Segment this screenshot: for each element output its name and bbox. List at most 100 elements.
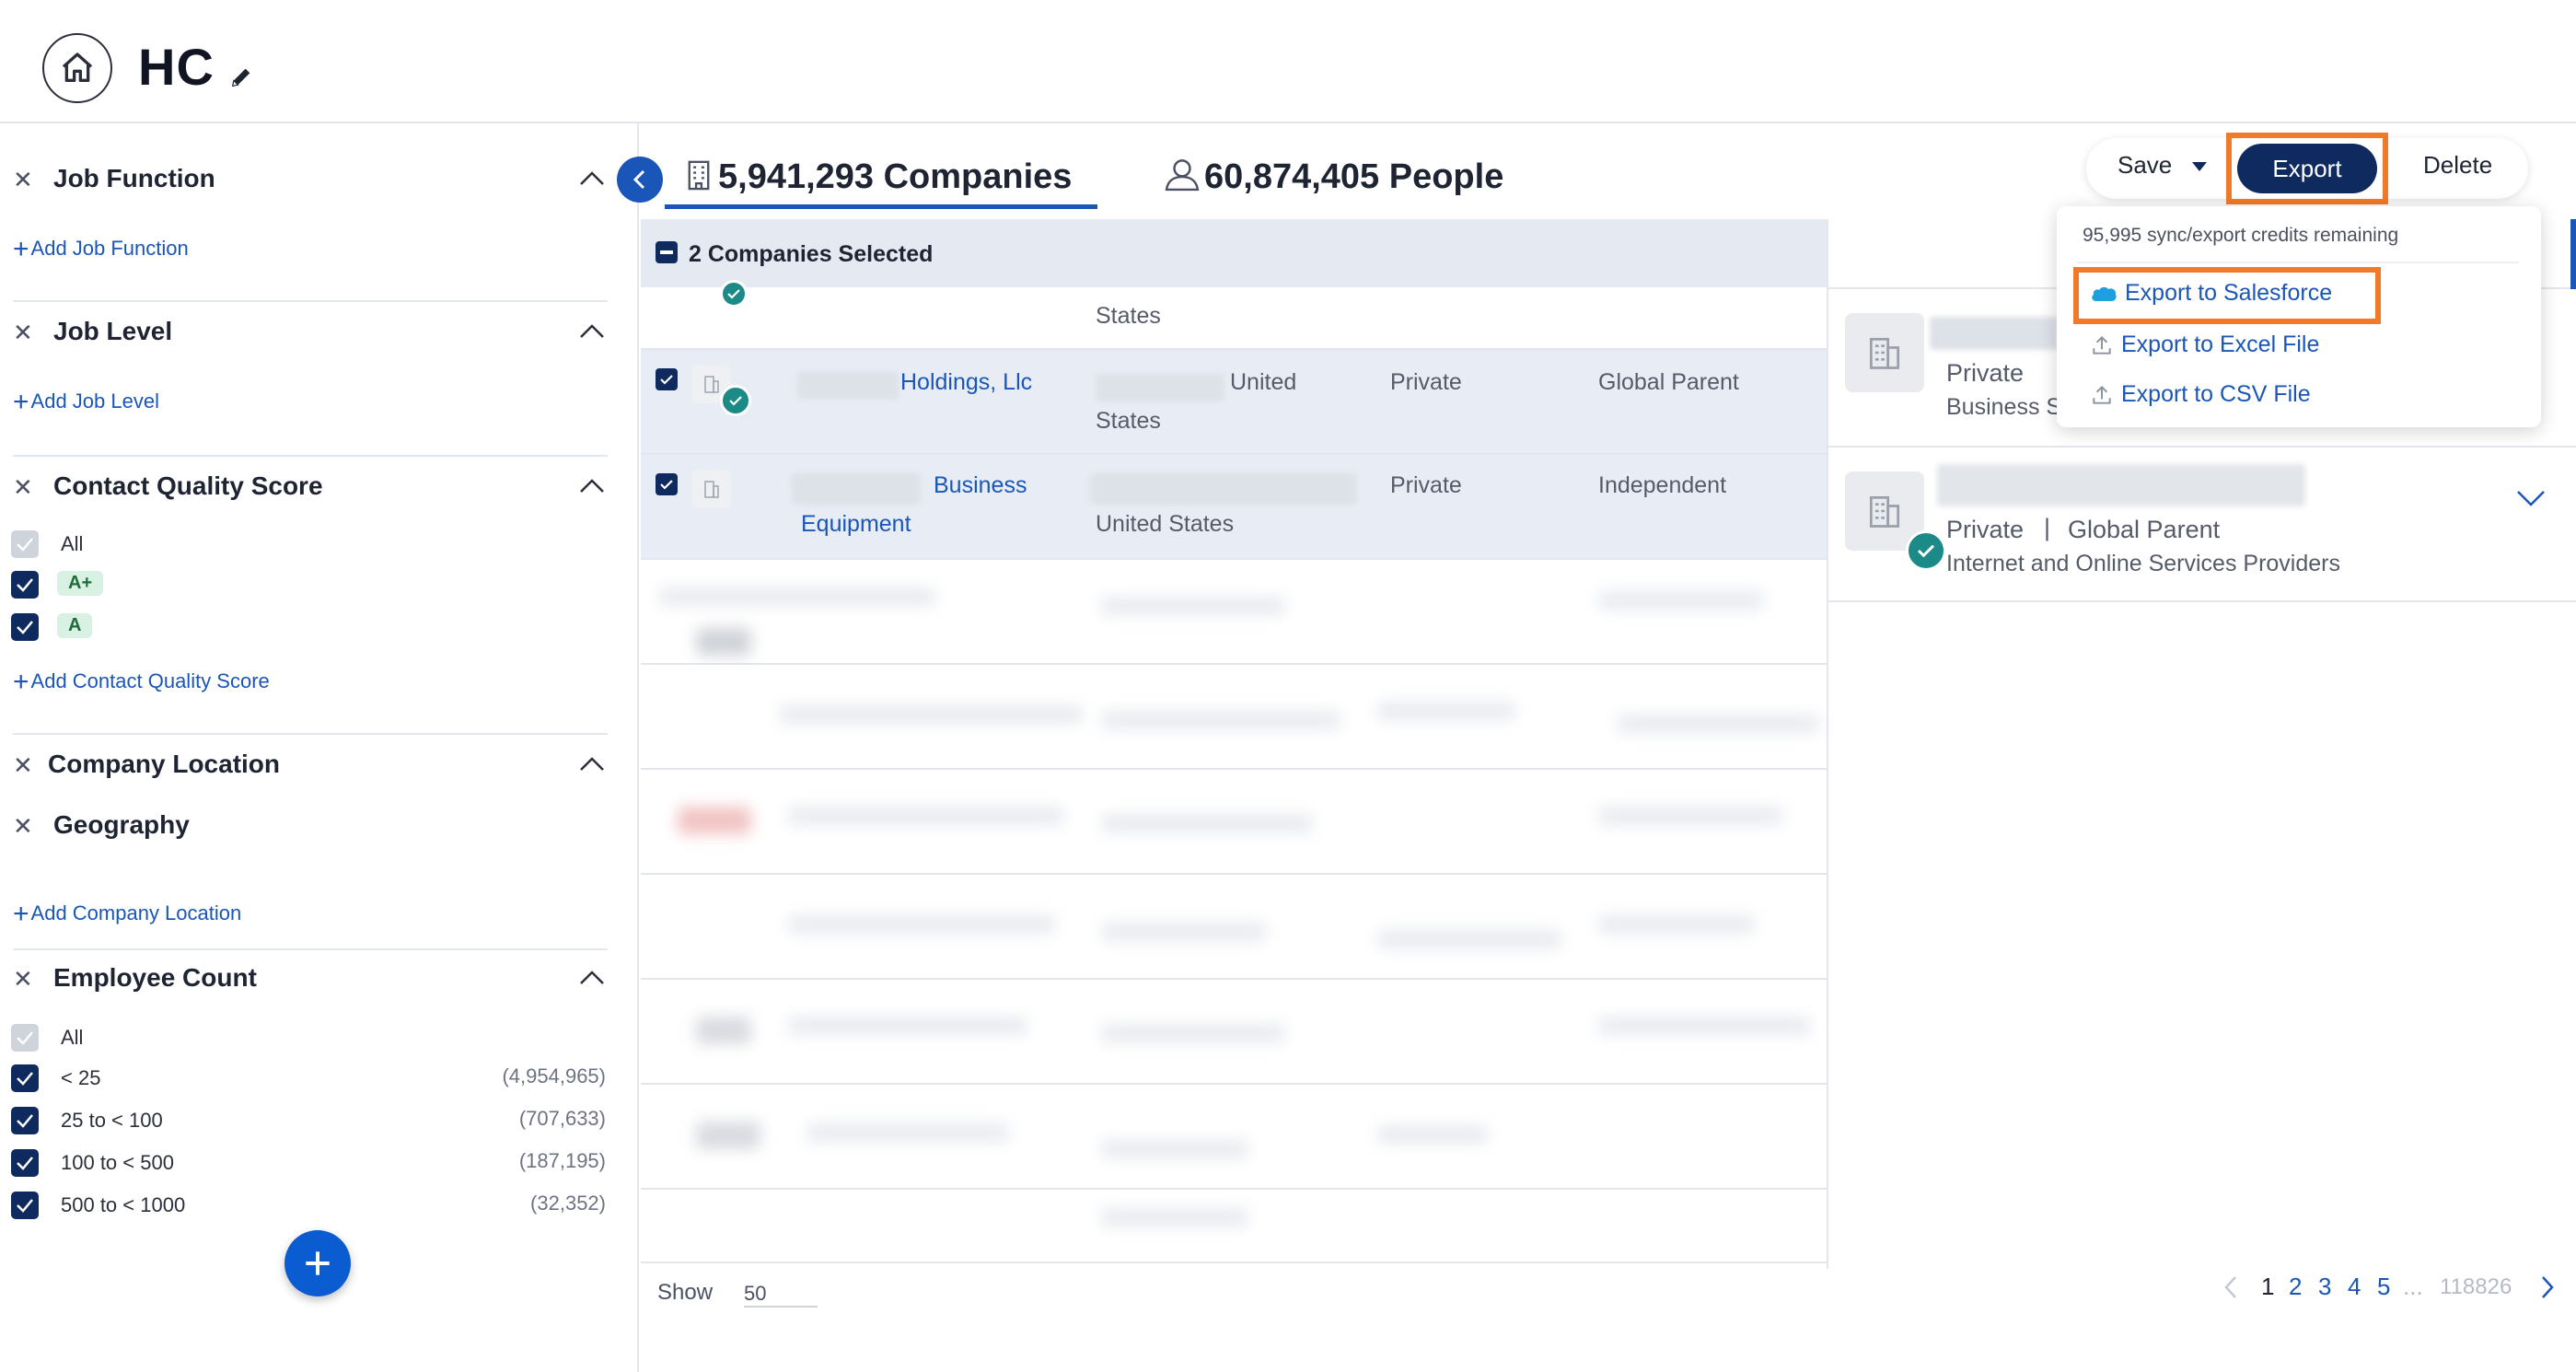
table-row[interactable]: [641, 665, 1827, 770]
chevron-left-icon: [632, 169, 645, 190]
export-to-csv-item[interactable]: Export to CSV File: [2090, 381, 2311, 408]
redacted-text: [1930, 317, 2059, 350]
quality-badge-aplus: A+: [57, 571, 104, 596]
remove-geography-icon[interactable]: ✕: [13, 812, 33, 841]
page-5[interactable]: 5: [2377, 1273, 2390, 1301]
table-row[interactable]: [641, 560, 1827, 665]
geography-title: Geography: [53, 810, 190, 839]
add-filter-button[interactable]: [284, 1230, 351, 1296]
page-4[interactable]: 4: [2348, 1273, 2361, 1301]
employee-all-checkbox[interactable]: [11, 1024, 39, 1052]
employee-option-label: 25 to < 100: [61, 1109, 163, 1132]
filter-sidebar: ✕ Job Function +Add Job Function ✕ Job L…: [0, 123, 639, 1372]
table-row[interactable]: [641, 1085, 1827, 1190]
home-icon: [62, 52, 93, 83]
building-icon: [688, 160, 710, 191]
upload-icon: [2093, 385, 2111, 404]
remove-contact-quality-icon[interactable]: ✕: [13, 473, 33, 502]
employee-option-count: (707,633): [518, 1107, 606, 1130]
company-name-link[interactable]: Equipment: [801, 505, 911, 543]
employee-100-500-checkbox[interactable]: [11, 1149, 39, 1177]
add-job-function-link[interactable]: +Add Job Function: [13, 234, 189, 265]
remove-job-level-icon[interactable]: ✕: [13, 319, 33, 347]
chevron-down-icon[interactable]: [2515, 488, 2547, 508]
table-row[interactable]: Business Equipment United States Private…: [641, 455, 1827, 560]
row-location: States: [1096, 408, 1161, 434]
chevron-up-icon[interactable]: [578, 477, 606, 495]
table-row[interactable]: [641, 980, 1827, 1085]
row-checkbox[interactable]: [656, 473, 678, 495]
export-to-excel-item[interactable]: Export to Excel File: [2090, 331, 2319, 358]
row-ownership: Private: [1390, 472, 1462, 498]
add-job-level-link[interactable]: +Add Job Level: [13, 387, 159, 418]
table-row[interactable]: Holdings, Llc United States Private Glob…: [641, 350, 1827, 455]
prev-page-icon[interactable]: [2222, 1274, 2239, 1300]
quality-a-checkbox[interactable]: [11, 613, 39, 641]
page-3[interactable]: 3: [2318, 1273, 2331, 1301]
row-relationship: Independent: [1598, 472, 1727, 498]
quality-badge-a: A: [57, 613, 93, 638]
active-tab-indicator: [665, 204, 1097, 209]
select-all-checkbox[interactable]: [656, 241, 678, 263]
employee-option-label: All: [61, 1026, 84, 1049]
job-function-title: Job Function: [53, 164, 215, 192]
employee-500-1000-checkbox[interactable]: [11, 1192, 39, 1219]
employee-option-label: < 25: [61, 1066, 101, 1089]
verified-check-icon: [1906, 530, 1946, 571]
chevron-up-icon[interactable]: [578, 169, 606, 188]
add-company-location-link[interactable]: +Add Company Location: [13, 899, 241, 930]
delete-button[interactable]: Delete: [2423, 151, 2492, 180]
table-row[interactable]: States: [641, 280, 1827, 350]
company-name-link[interactable]: Holdings, Llc: [900, 363, 1032, 401]
quality-all-checkbox[interactable]: [11, 530, 39, 558]
employee-option-count: (32,352): [530, 1192, 606, 1215]
add-contact-quality-link[interactable]: +Add Contact Quality Score: [13, 667, 270, 698]
employee-option-label: 500 to < 1000: [61, 1193, 186, 1216]
row-ownership: Private: [1390, 369, 1462, 395]
divider: [2077, 262, 2519, 263]
company-logo-icon: [692, 470, 731, 508]
remove-job-function-icon[interactable]: ✕: [13, 166, 33, 194]
company-ownership: Private: [1946, 359, 2025, 387]
separator: |: [2044, 514, 2051, 541]
company-relationship: Global Parent: [2068, 516, 2221, 543]
divider: [13, 733, 608, 735]
chevron-up-icon[interactable]: [578, 755, 606, 773]
table-row[interactable]: [641, 770, 1827, 875]
page-1[interactable]: 1: [2261, 1273, 2274, 1301]
company-card[interactable]: Private | Global Parent Internet and Onl…: [1828, 448, 2576, 602]
remove-employee-count-icon[interactable]: ✕: [13, 965, 33, 994]
employee-lt25-checkbox[interactable]: [11, 1064, 39, 1092]
page-size-select[interactable]: 50: [744, 1282, 818, 1308]
employee-25-100-checkbox[interactable]: [11, 1107, 39, 1134]
row-location: United States: [1096, 511, 1235, 537]
row-location: States: [1096, 303, 1161, 329]
row-location: United: [1230, 369, 1297, 395]
pencil-icon[interactable]: [228, 64, 254, 95]
export-dropdown-menu: 95,995 sync/export credits remaining Exp…: [2057, 206, 2541, 427]
divider: [13, 948, 608, 950]
next-page-icon[interactable]: [2539, 1274, 2556, 1300]
quality-all-label: All: [61, 532, 84, 555]
tab-people[interactable]: 60,874,405 People: [1164, 157, 1503, 197]
home-button[interactable]: [42, 33, 112, 103]
upload-icon: [2093, 335, 2111, 355]
table-row[interactable]: [641, 875, 1827, 980]
company-name-link[interactable]: Business: [934, 466, 1027, 505]
table-row[interactable]: [641, 1190, 1827, 1263]
credits-remaining-text: 95,995 sync/export credits remaining: [2083, 225, 2399, 246]
quality-aplus-checkbox[interactable]: [11, 571, 39, 599]
row-checkbox[interactable]: [656, 368, 678, 390]
page-2[interactable]: 2: [2289, 1273, 2302, 1301]
page-last[interactable]: 118826: [2440, 1274, 2512, 1300]
tab-companies[interactable]: 5,941,293 Companies: [685, 157, 1072, 197]
save-button[interactable]: Save: [2118, 151, 2209, 180]
collapse-sidebar-button[interactable]: [617, 157, 663, 203]
pagination-ellipsis: ...: [2403, 1273, 2423, 1300]
chevron-up-icon[interactable]: [578, 969, 606, 987]
remove-company-location-icon[interactable]: ✕: [13, 751, 33, 780]
row-relationship: Global Parent: [1598, 369, 1739, 395]
panel-scroll-indicator: [2570, 219, 2576, 289]
chevron-up-icon[interactable]: [578, 322, 606, 341]
divider: [13, 300, 608, 302]
